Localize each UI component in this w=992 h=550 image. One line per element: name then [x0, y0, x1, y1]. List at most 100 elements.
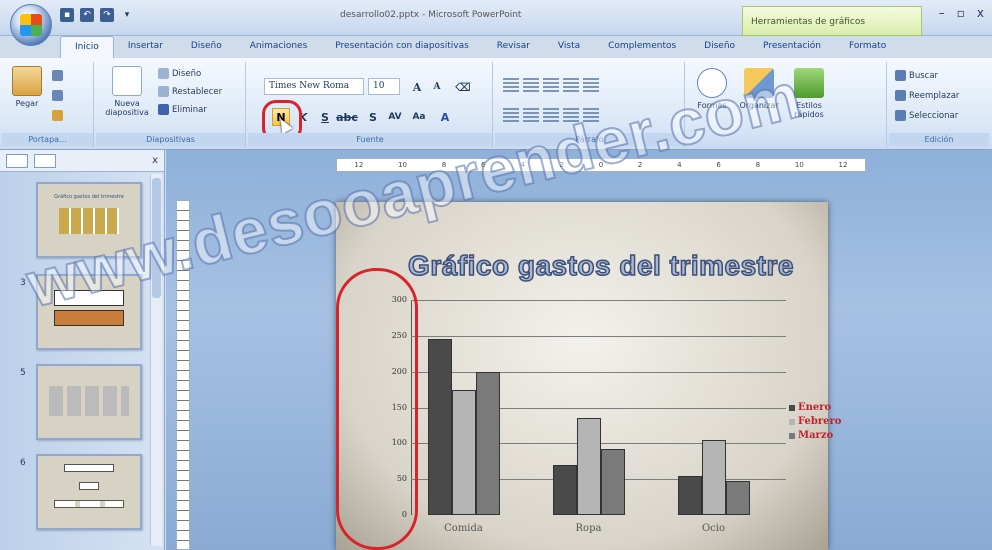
panel-tabs: x — [0, 150, 164, 172]
font-color-button[interactable]: A — [436, 108, 454, 126]
reset-label: Restablecer — [172, 86, 223, 97]
chart-legend[interactable]: Enero Febrero Marzo — [789, 402, 841, 444]
delete-slide-button[interactable]: Eliminar — [158, 104, 207, 115]
slide-thumbnail-1[interactable]: Gráfico gastos del trimestre — [36, 182, 142, 258]
chart-bar-marzo-comida[interactable] — [475, 371, 500, 515]
ruler-tick-label: 2 — [559, 161, 564, 169]
clear-format-icon[interactable]: ⌫ — [454, 78, 472, 96]
copy-icon — [52, 90, 63, 101]
slide-number-3: 3 — [20, 278, 26, 288]
x-category-label: Ocio — [701, 523, 726, 534]
office-button[interactable] — [10, 4, 52, 46]
close-button[interactable]: x — [977, 6, 984, 20]
ruler-tick-label: 8 — [441, 161, 447, 169]
slide-number-5: 5 — [20, 368, 26, 378]
shadow-button[interactable]: S — [364, 108, 382, 126]
legend-label: Enero — [798, 402, 832, 413]
chart-bar-febrero-ocio[interactable] — [701, 439, 726, 515]
maximize-button[interactable]: ▫ — [957, 6, 965, 20]
tab-insertar[interactable]: Insertar — [114, 36, 177, 58]
tab-presentacion-diapositivas[interactable]: Presentación con diapositivas — [321, 36, 483, 58]
reset-icon — [158, 86, 169, 97]
slides-tab[interactable] — [6, 153, 28, 168]
replace-button[interactable]: Reemplazar — [895, 90, 959, 101]
chart-bar-marzo-ropa[interactable] — [600, 449, 625, 515]
qat-dropdown-icon[interactable]: ▾ — [120, 8, 134, 22]
legend-item[interactable]: Marzo — [789, 430, 841, 441]
chart-bar-enero-ropa[interactable] — [552, 464, 577, 515]
group-label-portapapeles: Portapa... — [2, 133, 93, 146]
context-tab-group-title: Herramientas de gráficos — [742, 6, 922, 36]
tab-revisar[interactable]: Revisar — [483, 36, 544, 58]
close-panel-icon[interactable]: x — [152, 155, 158, 166]
undo-icon[interactable]: ↶ — [80, 8, 94, 22]
quick-styles-label: Estilos rápidos — [794, 101, 824, 119]
chart-bar-enero-ocio[interactable] — [677, 475, 702, 515]
grow-font-button[interactable]: A — [408, 78, 426, 96]
shapes-button[interactable]: Formas — [693, 68, 731, 110]
tab-complementos[interactable]: Complementos — [594, 36, 690, 58]
paragraph-list-buttons[interactable] — [503, 78, 599, 92]
legend-label: Marzo — [798, 430, 834, 441]
font-size-box[interactable]: 10 — [368, 78, 400, 95]
legend-item[interactable]: Febrero — [789, 416, 841, 427]
scrollbar-thumb[interactable] — [152, 178, 161, 298]
select-button[interactable]: Seleccionar — [895, 110, 958, 121]
layout-button[interactable]: Diseño — [158, 68, 201, 79]
chart-plot-area[interactable]: Enero Febrero Marzo 300 250 200 150 100 50 0 Comi… — [361, 292, 842, 542]
quick-styles-icon — [794, 68, 824, 98]
paragraph-align-buttons[interactable] — [503, 108, 599, 122]
chart-bar-febrero-comida[interactable] — [451, 389, 476, 515]
font-name-box[interactable]: Times New Roma — [264, 78, 364, 95]
slide-thumbnail-3[interactable] — [36, 274, 142, 350]
quick-styles-button[interactable]: Estilos rápidos — [787, 68, 831, 119]
tab-diseno[interactable]: Diseño — [177, 36, 236, 58]
save-icon[interactable]: ▪ — [60, 8, 74, 22]
chart-gridline — [411, 300, 786, 301]
redo-icon[interactable]: ↷ — [100, 8, 114, 22]
slide-title[interactable]: Gráfico gastos del trimestre — [386, 249, 816, 282]
tab-chart-diseno[interactable]: Diseño — [690, 36, 749, 58]
cut-button[interactable] — [52, 70, 63, 81]
new-slide-button[interactable]: Nueva diapositiva — [102, 66, 152, 117]
change-case-button[interactable]: Aa — [410, 108, 428, 126]
slide-canvas[interactable]: Gráfico gastos del trimestre Enero Febrer… — [336, 202, 842, 550]
format-painter-button[interactable] — [52, 110, 63, 121]
legend-swatch — [789, 418, 795, 425]
slide-thumbnail-5[interactable] — [36, 364, 142, 440]
tab-animaciones[interactable]: Animaciones — [236, 36, 322, 58]
legend-item[interactable]: Enero — [789, 402, 841, 413]
find-button[interactable]: Buscar — [895, 70, 938, 81]
new-slide-label: Nueva diapositiva — [105, 99, 149, 117]
quick-access-toolbar: ▪ ↶ ↷ ▾ — [60, 8, 134, 22]
strikethrough-button[interactable]: abc — [336, 108, 358, 126]
paste-button[interactable]: Pegar — [8, 66, 46, 108]
char-spacing-button[interactable]: AV — [386, 108, 404, 126]
window-controls: – ▫ x — [939, 6, 984, 20]
tab-vista[interactable]: Vista — [544, 36, 594, 58]
clipboard-icon — [12, 66, 42, 96]
tab-chart-formato[interactable]: Formato — [835, 36, 900, 58]
document-title: desarrollo02.pptx - Microsoft PowerPoint — [340, 10, 522, 20]
group-diapositivas: Nueva diapositiva Diseño Restablecer Eli… — [96, 62, 246, 148]
tab-chart-presentacion[interactable]: Presentación — [749, 36, 835, 58]
minimize-button[interactable]: – — [939, 6, 945, 20]
tab-inicio[interactable]: Inicio — [60, 36, 114, 58]
outline-tab[interactable] — [34, 153, 56, 168]
shrink-font-button[interactable]: A — [428, 78, 446, 96]
arrange-button[interactable]: Organizar — [737, 68, 781, 110]
thumbnail-org-mid-icon — [79, 482, 99, 490]
thumbnail-org-bottom-icon — [54, 500, 124, 508]
slides-scrollbar[interactable] — [150, 174, 162, 546]
ribbon: Pegar Portapa... Nueva diapositiva Diseñ… — [0, 58, 992, 150]
slide-thumbnail-6[interactable] — [36, 454, 142, 530]
chart-bar-febrero-ropa[interactable] — [576, 418, 601, 515]
copy-button[interactable] — [52, 90, 63, 101]
find-label: Buscar — [909, 70, 939, 81]
chart-bar-marzo-ocio[interactable] — [725, 480, 750, 515]
replace-label: Reemplazar — [909, 90, 960, 101]
underline-button[interactable]: S — [316, 108, 334, 126]
reset-button[interactable]: Restablecer — [158, 86, 222, 97]
chart-bar-enero-comida[interactable] — [427, 339, 452, 515]
group-fuente: Times New Roma 10 A A ⌫ N K S abc S AV A… — [248, 62, 493, 148]
